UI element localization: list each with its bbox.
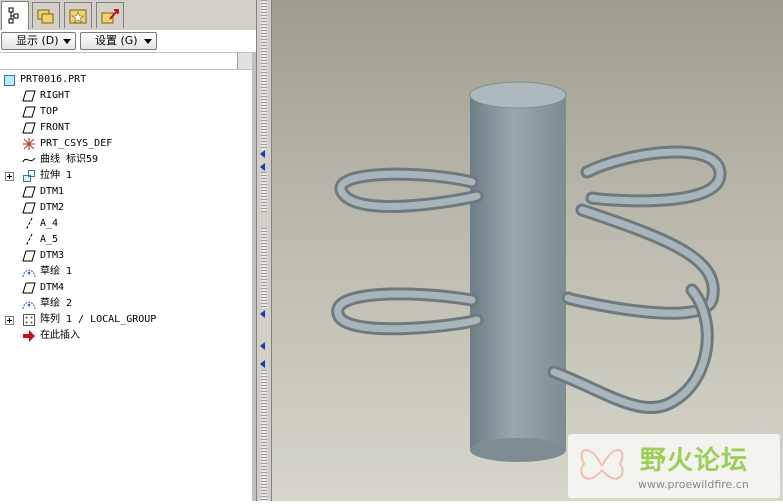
- sketch-icon: [22, 301, 36, 310]
- tree-item-label: TOP: [40, 106, 59, 117]
- insert-here-arrow-icon: [23, 330, 35, 342]
- datum-plane-icon: [22, 202, 36, 214]
- expand-toggle-icon[interactable]: [5, 172, 14, 181]
- splitter-grip[interactable]: [261, 0, 267, 150]
- tree-item-label: 在此插入: [40, 330, 80, 341]
- filter-scroll-button[interactable]: [237, 53, 252, 69]
- tree-filter-bar[interactable]: [0, 52, 252, 70]
- tree-item-sketch-1[interactable]: 草绘 1: [0, 264, 250, 280]
- graphics-viewport[interactable]: [272, 0, 783, 501]
- tree-item-label: 曲线 标识59: [40, 154, 99, 165]
- tree-item-a4[interactable]: A_4: [0, 216, 250, 232]
- favorites-icon: [69, 9, 87, 24]
- watermark-url: www.proewildfire.cn: [638, 478, 749, 491]
- tree-item-label: FRONT: [40, 122, 71, 133]
- coordinate-system-icon: [23, 138, 35, 150]
- panel-splitter[interactable]: [256, 0, 272, 501]
- chevron-down-icon: [63, 39, 71, 44]
- tree-item-label: PRT0016.PRT: [20, 74, 87, 85]
- datum-plane-icon: [22, 186, 36, 198]
- tree-item-label: DTM1: [40, 186, 65, 197]
- butterfly-logo-icon: [580, 449, 624, 480]
- tree-item-dtm1[interactable]: DTM1: [0, 184, 250, 200]
- tree-item-label: 拉伸 1: [40, 170, 73, 181]
- tab-favorites[interactable]: [64, 2, 92, 28]
- settings-dropdown-label: 设置 (G): [95, 34, 138, 47]
- part-icon: [4, 75, 15, 86]
- pattern-icon: [23, 314, 35, 326]
- expand-toggle-icon[interactable]: [5, 316, 14, 325]
- folder-browser-icon: [37, 9, 54, 24]
- datum-plane-icon: [22, 282, 36, 294]
- datum-plane-icon: [22, 106, 36, 118]
- tree-item-csys[interactable]: PRT_CSYS_DEF: [0, 136, 250, 152]
- model-tree-panel: 显示 (D) 设置 (G) PRT0016.PRT RIGHT TOP FRON…: [0, 0, 256, 501]
- tree-item-label: 草绘 2: [40, 298, 73, 309]
- splitter-grip[interactable]: [261, 228, 267, 308]
- watermark: 野火论坛 www.proewildfire.cn: [568, 434, 780, 498]
- tree-item-dtm4[interactable]: DTM4: [0, 280, 250, 296]
- tab-connections[interactable]: [96, 2, 124, 28]
- navigator-tab-bar: [0, 0, 256, 31]
- collapse-left-arrow-icon[interactable]: [260, 310, 265, 318]
- tree-item-label: DTM2: [40, 202, 65, 213]
- tree-item-label: PRT_CSYS_DEF: [40, 138, 113, 149]
- model-tree-icon: [8, 7, 19, 24]
- sketch-icon: [22, 269, 36, 278]
- tree-item-curve[interactable]: 曲线 标识59: [0, 152, 250, 168]
- tree-item-label: DTM3: [40, 250, 65, 261]
- extrude-icon: [23, 170, 35, 182]
- tree-item-extrude[interactable]: 拉伸 1: [0, 168, 250, 184]
- tab-folder-browser[interactable]: [32, 2, 60, 28]
- chevron-down-icon: [144, 39, 152, 44]
- tree-item-front[interactable]: FRONT: [0, 120, 250, 136]
- tab-model-tree[interactable]: [1, 1, 29, 30]
- tree-item-right[interactable]: RIGHT: [0, 88, 250, 104]
- tree-item-a5[interactable]: A_5: [0, 232, 250, 248]
- datum-plane-icon: [22, 250, 36, 262]
- watermark-title: 野火论坛: [640, 446, 749, 476]
- tree-item-root-part[interactable]: PRT0016.PRT: [0, 72, 250, 88]
- show-dropdown-label: 显示 (D): [16, 34, 59, 47]
- show-dropdown[interactable]: 显示 (D): [1, 32, 76, 50]
- tree-item-sketch-2[interactable]: 草绘 2: [0, 296, 250, 312]
- tree-item-insert-here[interactable]: 在此插入: [0, 328, 250, 344]
- connections-icon: [101, 9, 119, 24]
- curve-icon: [22, 157, 36, 163]
- datum-plane-icon: [22, 122, 36, 134]
- collapse-left-arrow-icon[interactable]: [260, 342, 265, 350]
- tree-item-label: A_4: [40, 218, 59, 229]
- tree-item-dtm2[interactable]: DTM2: [0, 200, 250, 216]
- tree-item-label: A_5: [40, 234, 59, 245]
- tree-item-label: RIGHT: [40, 90, 71, 101]
- collapse-left-arrow-icon[interactable]: [260, 163, 265, 171]
- cylinder: [469, 81, 567, 462]
- tree-item-pattern-1[interactable]: 阵列 1 / LOCAL_GROUP: [0, 312, 250, 328]
- datum-plane-icon: [22, 90, 36, 102]
- datum-axis-icon: [25, 217, 33, 231]
- collapse-left-arrow-icon[interactable]: [260, 150, 265, 158]
- tree-item-label: DTM4: [40, 282, 65, 293]
- tree-item-dtm3[interactable]: DTM3: [0, 248, 250, 264]
- 3d-model: [331, 81, 727, 462]
- splitter-grip[interactable]: [261, 172, 267, 212]
- tree-item-label: 草绘 1: [40, 266, 73, 277]
- splitter-grip[interactable]: [261, 370, 267, 501]
- tree-item-label: 阵列 1 / LOCAL_GROUP: [40, 314, 157, 325]
- datum-axis-icon: [25, 233, 33, 247]
- model-tree-toolbar: 显示 (D) 设置 (G): [0, 30, 256, 52]
- settings-dropdown[interactable]: 设置 (G): [80, 32, 157, 50]
- collapse-left-arrow-icon[interactable]: [260, 360, 265, 368]
- tree-item-top[interactable]: TOP: [0, 104, 250, 120]
